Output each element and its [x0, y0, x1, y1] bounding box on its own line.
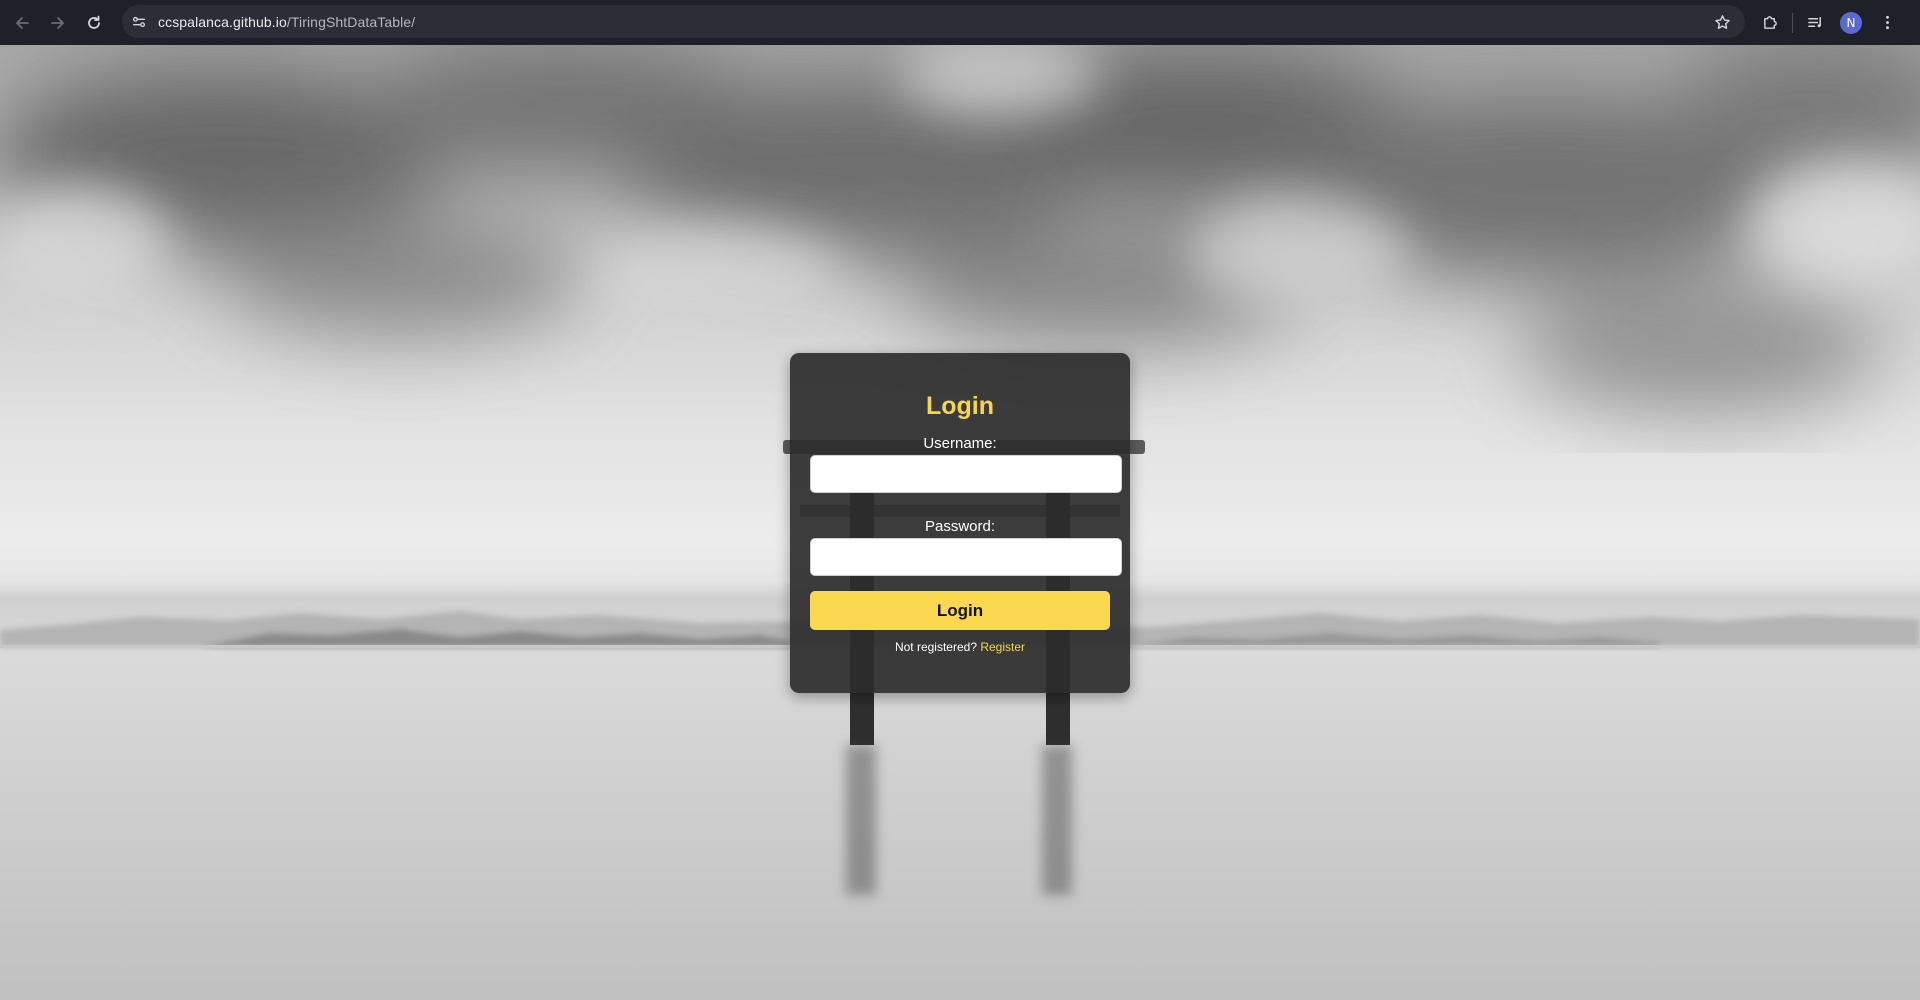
reload-button[interactable]: [80, 9, 108, 37]
bookmark-button[interactable]: [1709, 9, 1735, 35]
profile-button[interactable]: N: [1837, 9, 1865, 37]
forward-button[interactable]: [44, 9, 72, 37]
username-input[interactable]: [810, 455, 1122, 493]
url-path: /TiringShtDataTable/: [286, 13, 416, 30]
password-label: Password:: [924, 518, 996, 535]
bookmark-star-icon: [1714, 14, 1730, 29]
forward-arrow-icon: [51, 16, 64, 29]
more-menu-icon: [1885, 15, 1889, 30]
address-bar[interactable]: ccspalanca.github.io/TiringShtDataTable/: [122, 5, 1745, 38]
register-prompt-text: Not registered?: [894, 640, 977, 654]
reading-list-icon: [1807, 17, 1821, 28]
url-host: ccspalanca.github.io: [158, 13, 287, 30]
reading-list-button[interactable]: [1801, 9, 1829, 37]
site-settings-icon: [133, 16, 145, 27]
register-prompt: Not registered? Register: [810, 640, 1110, 655]
site-settings-button[interactable]: [126, 9, 152, 35]
extensions-button[interactable]: [1756, 9, 1784, 37]
back-arrow-icon: [16, 16, 29, 29]
avatar: N: [1840, 11, 1862, 34]
page-viewport: Login Username: Password: Login Not regi…: [0, 45, 1920, 1000]
browser-toolbar: ccspalanca.github.io/TiringShtDataTable/…: [0, 0, 1920, 45]
url-text[interactable]: ccspalanca.github.io/TiringShtDataTable/: [158, 14, 415, 30]
password-input[interactable]: [810, 538, 1122, 576]
login-button[interactable]: Login: [810, 591, 1110, 630]
back-button[interactable]: [8, 9, 36, 37]
menu-button[interactable]: [1873, 9, 1901, 37]
username-label: Username:: [923, 435, 997, 452]
extensions-puzzle-icon: [1763, 16, 1777, 29]
toolbar-separator: [1792, 12, 1793, 33]
reload-icon: [88, 15, 100, 29]
login-card: Login Username: Password: Login Not regi…: [790, 353, 1130, 693]
register-link[interactable]: Register: [980, 640, 1025, 654]
login-title: Login: [925, 392, 995, 420]
